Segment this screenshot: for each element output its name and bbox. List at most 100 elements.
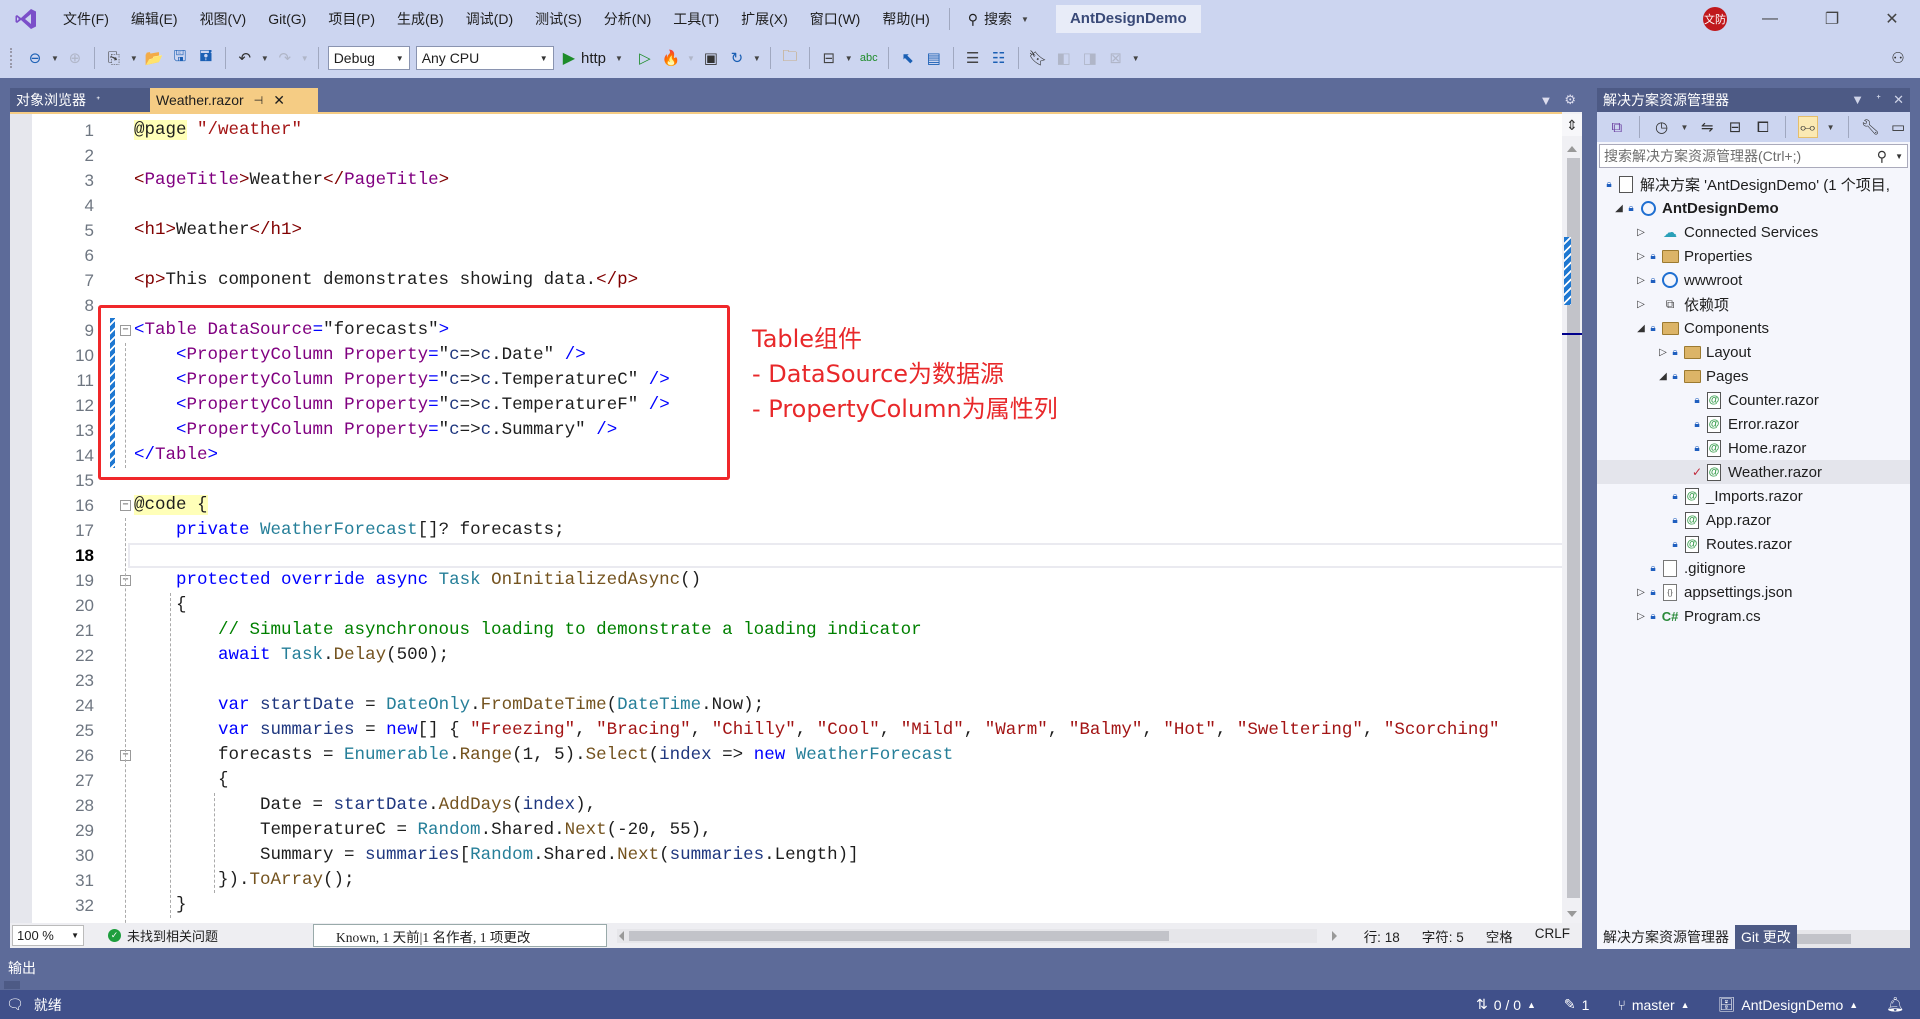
- chevron-down-icon[interactable]: ▼: [301, 54, 309, 63]
- pin-icon[interactable]: ᐩ: [1876, 92, 1881, 108]
- select-element-icon[interactable]: ⬉: [897, 47, 919, 69]
- collapsed-arrow-icon[interactable]: ▷: [1635, 587, 1647, 598]
- configuration-select[interactable]: Debug ▼: [327, 46, 410, 70]
- close-icon[interactable]: ✕: [273, 92, 285, 109]
- chevron-down-icon[interactable]: ▼: [753, 54, 761, 63]
- menu-item[interactable]: 生成(B): [386, 0, 455, 38]
- pending-changes[interactable]: ✎ 1: [1564, 996, 1590, 1013]
- line-ending[interactable]: CRLF: [1535, 926, 1570, 946]
- hot-reload-icon[interactable]: 🔥: [660, 47, 682, 69]
- code-line[interactable]: 21 // Simulate asynchronous loading to d…: [10, 618, 1550, 643]
- menu-item[interactable]: 分析(N): [593, 0, 662, 38]
- notifications-bell-icon[interactable]: 🔔︎: [1886, 996, 1904, 1013]
- code-line[interactable]: 29 TemperatureC = Random.Shared.Next(-20…: [10, 818, 1550, 843]
- navigate-forward-icon[interactable]: ⊕: [64, 47, 86, 69]
- pin-icon[interactable]: ᐩ: [96, 94, 100, 107]
- menu-item[interactable]: 工具(T): [662, 0, 730, 38]
- split-window-icon[interactable]: ⇕: [1562, 114, 1582, 136]
- code-line[interactable]: 22 await Task.Delay(500);: [10, 643, 1550, 668]
- code-line[interactable]: 25 var summaries = new[] { "Freezing", "…: [10, 718, 1550, 743]
- pin-icon[interactable]: ⊣: [254, 94, 264, 107]
- chevron-down-icon[interactable]: ▼: [261, 54, 269, 63]
- previous-bookmark-icon[interactable]: ◧: [1053, 47, 1075, 69]
- undo-icon[interactable]: ↶: [234, 47, 256, 69]
- tree-item[interactable]: ◢ 🔒︎ Pages: [1597, 364, 1910, 388]
- chevron-down-icon[interactable]: ▼: [51, 54, 59, 63]
- menu-item[interactable]: 测试(S): [524, 0, 593, 38]
- refresh-icon[interactable]: ↻: [726, 47, 748, 69]
- tree-item[interactable]: ▷ 🔒︎ Layout: [1597, 340, 1910, 364]
- navigate-back-icon[interactable]: ⊖: [24, 47, 46, 69]
- search-icon[interactable]: ⚲: [1877, 148, 1887, 165]
- spell-check-icon[interactable]: abc: [858, 47, 880, 69]
- code-line[interactable]: 24 var startDate = DateOnly.FromDateTime…: [10, 693, 1550, 718]
- code-line[interactable]: 7 <p>This component demonstrates showing …: [10, 268, 1550, 293]
- tree-item[interactable]: ▷ 🔒︎ wwwroot: [1597, 268, 1910, 292]
- tree-item[interactable]: 🔒︎ .gitignore: [1597, 556, 1910, 580]
- chevron-down-icon[interactable]: ▼: [845, 54, 853, 63]
- git-blame-info[interactable]: Known, 1 天前|1 名作者, 1 项更改: [313, 924, 607, 947]
- tree-item[interactable]: ◢ 🔒︎ AntDesignDemo: [1597, 196, 1910, 220]
- tab-weather-razor[interactable]: Weather.razor ⊣ ✕: [150, 88, 318, 112]
- next-bookmark-icon[interactable]: ◨: [1079, 47, 1101, 69]
- expanded-arrow-icon[interactable]: ◢: [1657, 371, 1669, 382]
- code-line[interactable]: 20 {: [10, 593, 1550, 618]
- collapse-region-icon[interactable]: −: [120, 500, 131, 511]
- uncomment-icon[interactable]: ☷: [988, 47, 1010, 69]
- minimize-button[interactable]: —: [1747, 0, 1793, 38]
- line-number[interactable]: 行: 18: [1364, 926, 1400, 946]
- tree-item[interactable]: ▷ ☁ Connected Services: [1597, 220, 1910, 244]
- scrollbar-thumb[interactable]: [629, 930, 1169, 941]
- switch-views-icon[interactable]: ⧉: [1607, 116, 1627, 138]
- editor-vertical-scrollbar[interactable]: ⇕: [1562, 112, 1582, 923]
- find-in-files-icon[interactable]: 🗀: [779, 47, 801, 69]
- tree-item[interactable]: ▷ 🔒︎ Properties: [1597, 244, 1910, 268]
- format-document-icon[interactable]: ▤: [923, 47, 945, 69]
- collapse-all-icon[interactable]: ⊟: [1725, 116, 1745, 138]
- scroll-down-icon[interactable]: [1567, 911, 1577, 917]
- collapsed-arrow-icon[interactable]: ▷: [1635, 227, 1647, 238]
- tree-item[interactable]: ▷ 🔒︎ C# Program.cs: [1597, 604, 1910, 628]
- menu-item[interactable]: 扩展(X): [730, 0, 799, 38]
- platform-select[interactable]: Any CPU ▼: [415, 46, 554, 70]
- tab-solution-explorer[interactable]: 解决方案资源管理器: [1597, 925, 1735, 949]
- menu-item[interactable]: Git(G): [257, 0, 317, 38]
- tree-item[interactable]: 🔒︎ @ Counter.razor: [1597, 388, 1910, 412]
- code-line[interactable]: 19− protected override async Task OnInit…: [10, 568, 1550, 593]
- tree-item[interactable]: ◢ 🔒︎ Components: [1597, 316, 1910, 340]
- scroll-up-icon[interactable]: [1567, 146, 1577, 152]
- toolbar-overflow-icon[interactable]: ▼: [1132, 54, 1140, 63]
- clear-bookmarks-icon[interactable]: ⊠: [1105, 47, 1127, 69]
- pending-changes-filter-icon[interactable]: ◷: [1652, 116, 1672, 138]
- redo-icon[interactable]: ↷: [274, 47, 296, 69]
- collapsed-arrow-icon[interactable]: ▷: [1657, 347, 1669, 358]
- menu-item[interactable]: 视图(V): [189, 0, 258, 38]
- branch-picker[interactable]: ⑂ master ▲: [1617, 997, 1689, 1013]
- menu-item[interactable]: 帮助(H): [871, 0, 940, 38]
- tree-item[interactable]: 🔒︎ @ _Imports.razor: [1597, 484, 1910, 508]
- chevron-down-icon[interactable]: ▼: [687, 54, 695, 63]
- search-button[interactable]: ⚲ 搜索 ▼: [958, 9, 1042, 29]
- chevron-down-icon[interactable]: ▼: [1827, 123, 1835, 132]
- char-number[interactable]: 字符: 5: [1422, 926, 1464, 946]
- scroll-right-icon[interactable]: [1332, 930, 1337, 941]
- code-line[interactable]: 17 private WeatherForecast[]? forecasts;: [10, 518, 1550, 543]
- tree-item[interactable]: 🔒︎ @ App.razor: [1597, 508, 1910, 532]
- menu-item[interactable]: 文件(F): [52, 0, 120, 38]
- tree-item[interactable]: 🔒︎ @ Error.razor: [1597, 412, 1910, 436]
- notification-icon[interactable]: 🗨︎: [6, 996, 24, 1013]
- open-file-icon[interactable]: 📂: [143, 47, 165, 69]
- chevron-down-icon[interactable]: ▼: [1895, 152, 1903, 161]
- output-tab[interactable]: 输出: [8, 958, 36, 978]
- code-line[interactable]: 26− forecasts = Enumerable.Range(1, 5).S…: [10, 743, 1550, 768]
- save-icon[interactable]: 🖫: [169, 47, 191, 69]
- collapsed-arrow-icon[interactable]: ▷: [1635, 275, 1647, 286]
- browser-link-icon[interactable]: ▣: [700, 47, 722, 69]
- menu-item[interactable]: 调试(D): [455, 0, 524, 38]
- collapsed-arrow-icon[interactable]: ▷: [1635, 299, 1647, 310]
- repository-picker[interactable]: 🗄︎ AntDesignDemo ▲: [1718, 996, 1859, 1013]
- panel-menu-icon[interactable]: ▼: [1851, 92, 1864, 108]
- code-line[interactable]: 5 <h1>Weather</h1>: [10, 218, 1550, 243]
- visual-studio-logo-icon[interactable]: [12, 5, 40, 33]
- zoom-select[interactable]: 100 % ▼: [12, 925, 84, 946]
